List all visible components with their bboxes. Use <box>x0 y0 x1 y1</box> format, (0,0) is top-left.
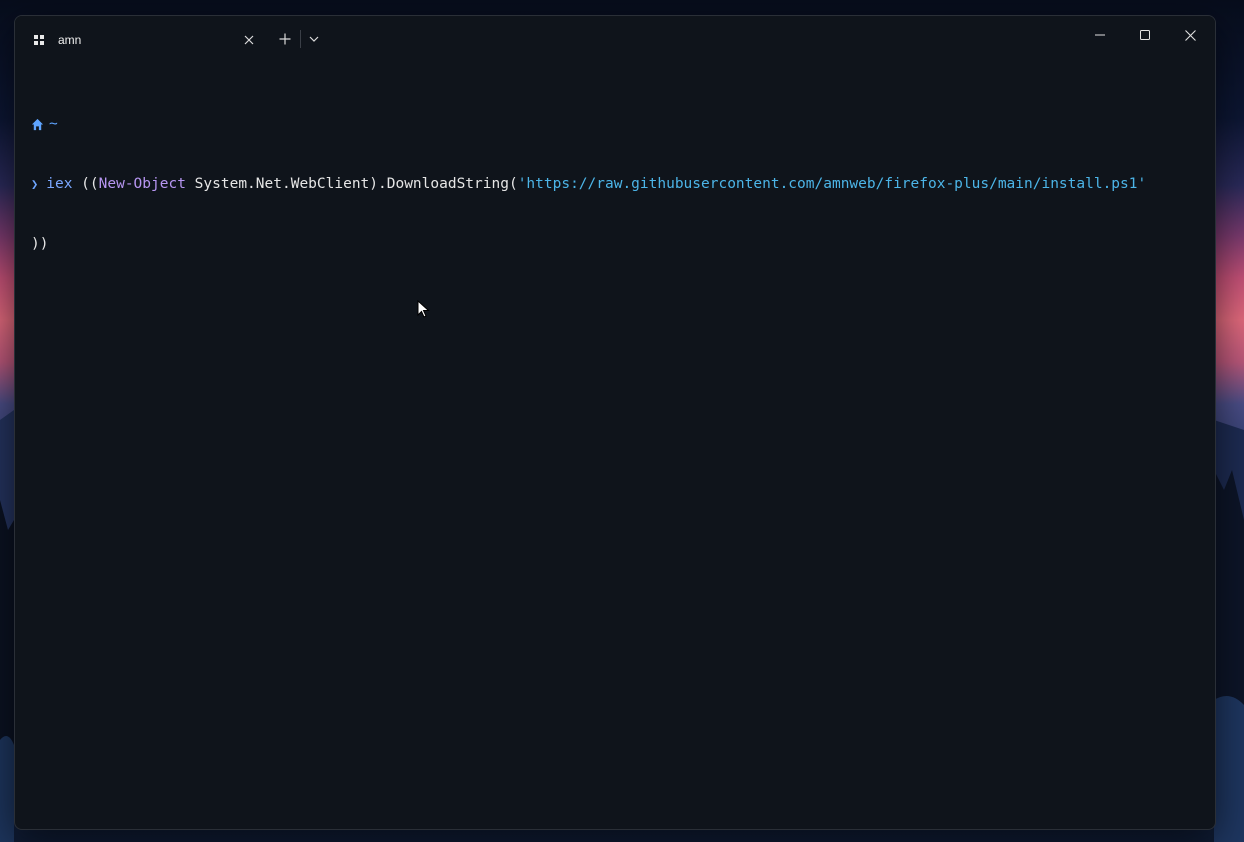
terminal-window[interactable]: amn ~ ❯ iex ((New-Object System.Net.Web… <box>14 15 1216 830</box>
prompt-symbol: ❯ <box>31 177 39 191</box>
command-continuation-line: )) <box>31 234 1205 254</box>
plus-icon <box>279 33 291 45</box>
minimize-icon <box>1095 34 1105 36</box>
command-continuation: )) <box>31 236 49 252</box>
new-tab-button[interactable] <box>275 29 295 49</box>
tab-amn[interactable]: amn <box>25 24 261 56</box>
maximize-icon <box>1140 30 1150 40</box>
home-icon <box>31 118 44 130</box>
minimize-button[interactable] <box>1078 22 1122 48</box>
tab-dropdown-button[interactable] <box>304 29 324 49</box>
command-url: 'https://raw.githubusercontent.com/amnwe… <box>517 176 1147 192</box>
command-name: iex <box>46 176 73 192</box>
command-line: ❯ iex ((New-Object System.Net.WebClient).… <box>31 174 1205 194</box>
command-parens: (( <box>72 176 99 192</box>
close-icon <box>244 35 254 45</box>
windows-icon <box>34 35 44 45</box>
prompt-path-line: ~ <box>31 114 1205 134</box>
terminal-output[interactable]: ~ ❯ iex ((New-Object System.Net.WebClient… <box>31 74 1205 294</box>
command-middle: System.Net.WebClient).DownloadString( <box>185 176 518 192</box>
command-new-object: New-Object <box>98 176 186 192</box>
tab-title: amn <box>58 33 82 47</box>
title-bar[interactable]: amn <box>15 16 1215 62</box>
close-icon <box>1184 29 1196 41</box>
tab-separator <box>300 30 301 48</box>
prompt-path: ~ <box>49 116 58 132</box>
close-window-button[interactable] <box>1168 22 1212 48</box>
maximize-button[interactable] <box>1123 22 1167 48</box>
mouse-pointer-icon <box>417 300 430 318</box>
chevron-down-icon <box>309 36 319 42</box>
tab-close-button[interactable] <box>239 30 259 50</box>
